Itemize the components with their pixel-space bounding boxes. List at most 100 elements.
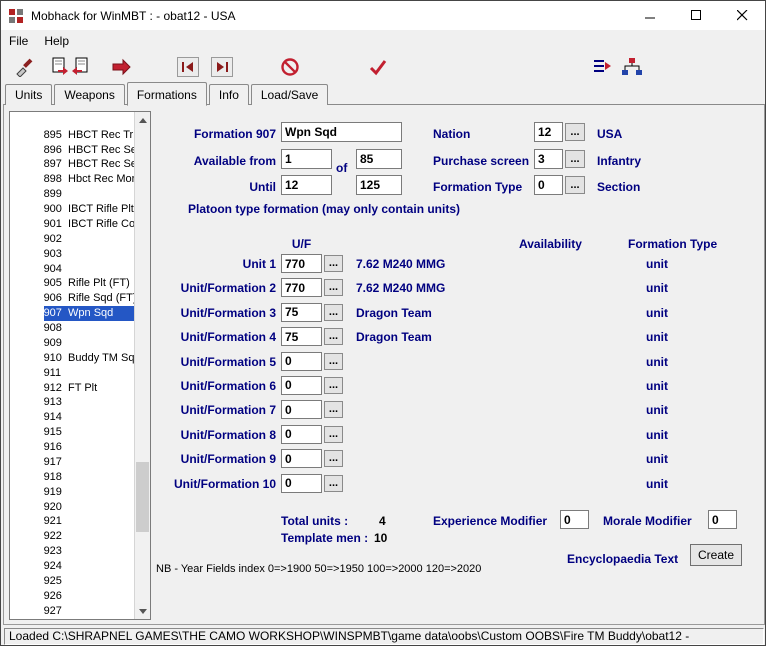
unit-row-label: Unit/Formation 2	[151, 281, 276, 295]
tab[interactable]: Units	[5, 84, 52, 105]
nation-name: USA	[597, 127, 622, 141]
unit-id-field[interactable]	[281, 474, 322, 493]
experience-modifier-field[interactable]	[560, 510, 589, 529]
formation-list-item-label: 919	[44, 486, 62, 498]
of-label: of	[336, 161, 347, 175]
tab[interactable]: Weapons	[54, 84, 124, 105]
formation-list-item-label: 904	[44, 263, 62, 275]
formation-list-item-label: 902	[44, 233, 62, 245]
unit-row: Unit/Formation 9 ... unit	[151, 448, 763, 472]
unit-row: Unit/Formation 4 ... Dragon Team unit	[151, 326, 763, 350]
unit-picker-button[interactable]: ...	[324, 401, 343, 418]
menu-item[interactable]: Help	[36, 31, 77, 51]
formation-list-item-label: 903	[44, 248, 62, 260]
unit-id-field[interactable]	[281, 425, 322, 444]
close-button[interactable]	[719, 1, 765, 30]
unit-id-field[interactable]	[281, 400, 322, 419]
unit-formation-type: unit	[646, 452, 668, 466]
create-button[interactable]: Create	[690, 544, 742, 566]
unit-picker-button[interactable]: ...	[324, 328, 343, 345]
scroll-thumb[interactable]	[136, 462, 149, 532]
unit-picker-button[interactable]: ...	[324, 353, 343, 370]
unit-id-field[interactable]	[281, 449, 322, 468]
goto-record-icon[interactable]	[591, 56, 613, 78]
unit-row-label: Unit/Formation 5	[151, 355, 276, 369]
window-controls	[627, 1, 765, 30]
formation-list-item-label: 898 Hbct Rec Mortar	[44, 173, 134, 185]
until-to-field[interactable]	[356, 175, 402, 195]
encyclopaedia-label: Encyclopaedia Text	[567, 552, 678, 566]
purchase-screen-picker-button[interactable]: ...	[565, 150, 585, 168]
available-from-label: Available from	[151, 154, 276, 168]
maximize-button[interactable]	[673, 1, 719, 30]
unit-id-field[interactable]	[281, 376, 322, 395]
unit-row-label: Unit/Formation 10	[151, 477, 276, 491]
formation-list-item-label: 921	[44, 515, 62, 527]
unit-picker-button[interactable]: ...	[324, 255, 343, 272]
template-men-label: Template men :	[281, 531, 368, 545]
purchase-screen-field[interactable]	[534, 149, 563, 169]
confirm-check-icon[interactable]	[367, 56, 389, 78]
formation-type-picker-button[interactable]: ...	[565, 176, 585, 194]
minimize-button[interactable]	[627, 1, 673, 30]
unit-id-field[interactable]	[281, 352, 322, 371]
unit-formation-type: unit	[646, 403, 668, 417]
nation-picker-button[interactable]: ...	[565, 123, 585, 141]
until-from-field[interactable]	[281, 175, 332, 195]
unit-picker-button[interactable]: ...	[324, 279, 343, 296]
scroll-down-button[interactable]	[135, 603, 150, 619]
formation-list-item-label: 897 HBCT Rec Sec 2	[44, 158, 134, 170]
unit-availability-name: Dragon Team	[356, 306, 432, 320]
total-units-value: 4	[379, 514, 386, 528]
unit-picker-button[interactable]: ...	[324, 426, 343, 443]
unit-picker-button[interactable]: ...	[324, 450, 343, 467]
formation-list-item-label: 900 IBCT Rifle Plt.	[44, 203, 134, 215]
formation-list-item-label: 917	[44, 456, 62, 468]
unit-picker-button[interactable]: ...	[324, 304, 343, 321]
unit-id-field[interactable]	[281, 278, 322, 297]
copy-page-icon[interactable]	[49, 56, 71, 78]
template-men-value: 10	[374, 531, 387, 545]
next-record-button[interactable]	[211, 57, 233, 77]
app-icon	[8, 8, 24, 24]
formation-list-item[interactable]: 895 HBCT Rec Trp HQ	[10, 113, 134, 128]
formation-list-item-label: 895 HBCT Rec Trp HQ	[44, 129, 134, 141]
unit-picker-button[interactable]: ...	[324, 475, 343, 492]
formation-list-item-label: 922	[44, 530, 62, 542]
scroll-up-button[interactable]	[135, 112, 150, 128]
available-from-field[interactable]	[281, 149, 332, 169]
formation-type-field[interactable]	[534, 175, 563, 195]
unit-id-field[interactable]	[281, 254, 322, 273]
nation-id-field[interactable]	[534, 122, 563, 142]
window-title: Mobhack for WinMBT : - obat12 - USA	[31, 9, 236, 23]
edit-icon[interactable]	[13, 56, 35, 78]
tab[interactable]: Load/Save	[251, 84, 328, 105]
unit-row-label: Unit/Formation 9	[151, 452, 276, 466]
unit-id-field[interactable]	[281, 303, 322, 322]
formation-list-item-label: 920	[44, 501, 62, 513]
formation-name-field[interactable]	[281, 122, 402, 142]
unit-formation-type: unit	[646, 281, 668, 295]
prev-record-button[interactable]	[177, 57, 199, 77]
list-scrollbar[interactable]	[134, 112, 150, 619]
platoon-note: Platoon type formation (may only contain…	[188, 202, 460, 216]
menu-item[interactable]: File	[1, 31, 36, 51]
morale-modifier-label: Morale Modifier	[603, 514, 692, 528]
unit-picker-button[interactable]: ...	[324, 377, 343, 394]
unit-row: Unit 1 ... 7.62 M240 MMG unit	[151, 253, 763, 277]
tab[interactable]: Info	[209, 84, 249, 105]
cancel-icon[interactable]	[279, 56, 301, 78]
header-availability: Availability	[519, 237, 582, 251]
unit-id-field[interactable]	[281, 327, 322, 346]
morale-modifier-field[interactable]	[708, 510, 737, 529]
paste-page-icon[interactable]	[69, 56, 91, 78]
formation-list-item-label: 899	[44, 188, 62, 200]
formation-list-item-label: 916	[44, 441, 62, 453]
apply-arrow-icon[interactable]	[111, 56, 133, 78]
available-to-field[interactable]	[356, 149, 402, 169]
tab[interactable]: Formations	[127, 82, 207, 106]
structure-icon[interactable]	[621, 56, 643, 78]
formation-list-item-label: 906 Rifle Sqd (FT)	[44, 292, 134, 304]
unit-row-label: Unit/Formation 8	[151, 428, 276, 442]
until-label: Until	[151, 180, 276, 194]
